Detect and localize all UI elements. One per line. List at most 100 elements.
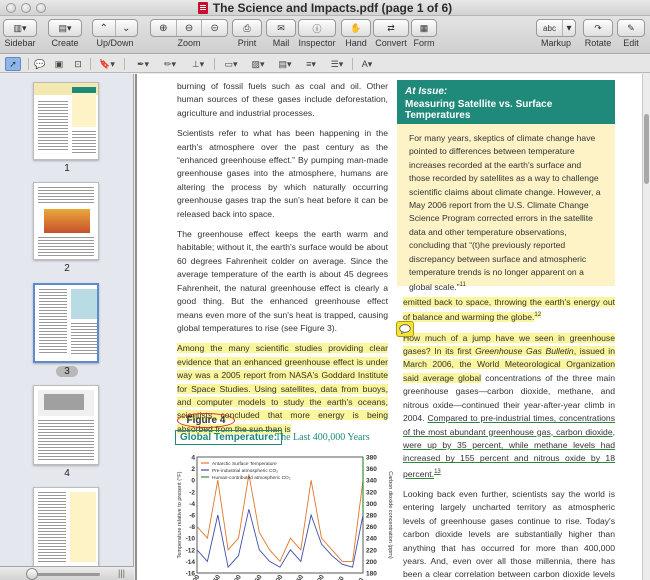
y-right-tick-label: 200 [366,559,377,566]
page-thumbnail-1[interactable] [33,82,99,160]
y-left-tick-label: 4 [191,455,195,462]
note-annotation-icon[interactable] [396,321,414,337]
x-tick-label: 0 [358,577,366,580]
page-thumbnail-3[interactable] [33,283,99,363]
pen-tool-icon[interactable]: ✒▾ [131,57,155,71]
page-thumbnail-5[interactable] [33,487,99,567]
x-tick-label: 150 [294,573,306,580]
page-down-icon[interactable]: ⌄ [116,20,138,36]
document-view[interactable]: burning of fossil fuels such as coal and… [135,74,650,580]
page-label-2: 2 [64,263,70,274]
y-left-tick-label: -12 [186,547,196,554]
y-right-tick-label: 320 [366,489,377,496]
updown-segmented[interactable]: ⌃ ⌄ [92,19,138,37]
bookmark-tool-icon[interactable]: 🔖▾ [96,57,118,71]
mail-button[interactable]: ✉ [266,19,296,37]
thumbnail-size-knob[interactable] [26,568,38,580]
convert-control[interactable]: ⇄ Convert [373,19,409,48]
markup-segmented[interactable]: abc ▾ [536,19,576,37]
select-arrow-icon[interactable]: ➚ [5,57,21,71]
page-up-icon[interactable]: ⌃ [93,20,116,36]
legend-label: Antarctic Surface Temperature [212,461,277,467]
rotate-button[interactable]: ↷ [583,19,613,37]
page-thumbnail-4[interactable] [33,385,99,465]
x-tick-label: 350 [211,573,223,580]
create-button[interactable]: ▤▾ [48,19,82,37]
main-toolbar: ▥▾ Sidebar ▤▾ Create ⌃ ⌄ Up/Down ⊕ ⊖ ⊝ Z… [0,16,650,54]
paragraph: Scientists refer to what has been happen… [177,128,388,219]
chevron-down-icon[interactable]: ▾ [563,20,575,36]
at-issue-header: At Issue: Measuring Satellite vs. Surfac… [397,80,615,124]
right-column: emitted back to space, throwing the eart… [403,296,615,580]
line-style-icon[interactable]: ≡▾ [300,57,322,71]
form-control[interactable]: ▦ Form [411,19,437,48]
shape-tool-icon[interactable]: ▭▾ [220,57,242,71]
hand-button[interactable]: ✋ [341,19,371,37]
mail-control[interactable]: ✉ Mail [266,19,296,48]
hand-control[interactable]: ✋ Hand [341,19,371,48]
y-left-tick-label: -6 [189,513,195,520]
y-left-tick-label: -4 [189,501,195,508]
zoom-fit-icon[interactable]: ⊝ [202,20,227,36]
stamp-tool-icon[interactable]: ⊥▾ [186,57,210,71]
scrollbar-thumb[interactable] [644,114,649,184]
resize-handle-icon[interactable]: ||| [118,568,125,578]
edit-control[interactable]: ✎ Edit [617,19,645,48]
markup-control[interactable]: abc ▾ Markup [536,19,576,48]
form-button[interactable]: ▦ [411,19,437,37]
y-right-tick-label: 180 [366,571,377,578]
inspector-control[interactable]: ⓘ Inspector [298,19,336,48]
thumbnail-size-slider[interactable] [28,573,100,576]
window-title: The Science and Impacts.pdf (page 1 of 6… [0,1,650,15]
fill-color-icon[interactable]: ▤▾ [274,57,296,71]
zoom-out-icon[interactable]: ⊖ [177,20,203,36]
zoom-in-icon[interactable]: ⊕ [151,20,177,36]
create-control[interactable]: ▤▾ Create [48,19,82,48]
page-thumbnail-2[interactable] [33,182,99,260]
separator [90,58,91,70]
zoom-segmented[interactable]: ⊕ ⊖ ⊝ [150,19,228,37]
paragraph: Looking back even further, scientists sa… [403,489,615,580]
printer-icon: ⎙ [243,22,251,33]
legend-label: Human-contributed atmospheric CO₂ [212,475,291,481]
y-left-tick-label: -2 [189,489,195,496]
paragraph[interactable]: How much of a jump have we seen in green… [403,332,615,481]
line-color-icon[interactable]: ▨▾ [247,57,269,71]
y-right-axis-label: Carbon dioxide concentration (ppm) [387,471,393,559]
sidebar-control[interactable]: ▥▾ Sidebar [3,19,37,48]
left-column: burning of fossil fuels such as coal and… [177,80,388,443]
convert-button[interactable]: ⇄ [373,19,409,37]
x-tick-label: 50 [336,575,346,580]
y-left-tick-label: 0 [191,478,195,485]
font-tool-icon[interactable]: A▾ [358,57,376,71]
updown-control[interactable]: ⌃ ⌄ Up/Down [92,19,138,48]
rotate-control[interactable]: ↷ Rotate [583,19,613,48]
page-label-1: 1 [64,163,70,174]
plot-area [196,456,364,574]
thumbnail-size-bar: ||| [0,566,134,580]
envelope-icon: ✉ [277,22,285,33]
edit-button[interactable]: ✎ [617,19,645,37]
inspector-button[interactable]: ⓘ [298,19,336,37]
print-control[interactable]: ⎙ Print [232,19,262,48]
y-left-tick-label: -8 [189,524,195,531]
zoom-control[interactable]: ⊕ ⊖ ⊝ Zoom [150,19,228,48]
y-left-axis-label: Temperature relative to present (°F) [177,471,183,558]
highlight-tool-icon[interactable]: ✏▾ [158,57,182,71]
pdf-page: burning of fossil fuels such as coal and… [137,74,642,580]
link-tool-icon[interactable]: ⊡ [71,57,85,71]
hand-icon: ✋ [350,22,362,33]
legend-label: Pre-industrial atmospheric CO₂ [212,468,278,474]
y-left-tick-label: -14 [186,559,196,566]
line-width-icon[interactable]: ☰▾ [326,57,348,71]
note-tool-icon[interactable]: 💬 [33,57,47,71]
text-box-tool-icon[interactable]: ▣ [52,57,66,71]
vertical-scrollbar[interactable] [642,74,650,580]
markup-value[interactable]: abc [537,20,563,36]
y-right-tick-label: 340 [366,478,377,485]
y-right-tick-label: 380 [366,455,377,462]
sidebar-button[interactable]: ▥▾ [3,19,37,37]
at-issue-body: For many years, skeptics of climate chan… [409,133,601,293]
highlighted-paragraph[interactable]: emitted back to space, throwing the eart… [403,296,615,325]
print-button[interactable]: ⎙ [232,19,262,37]
